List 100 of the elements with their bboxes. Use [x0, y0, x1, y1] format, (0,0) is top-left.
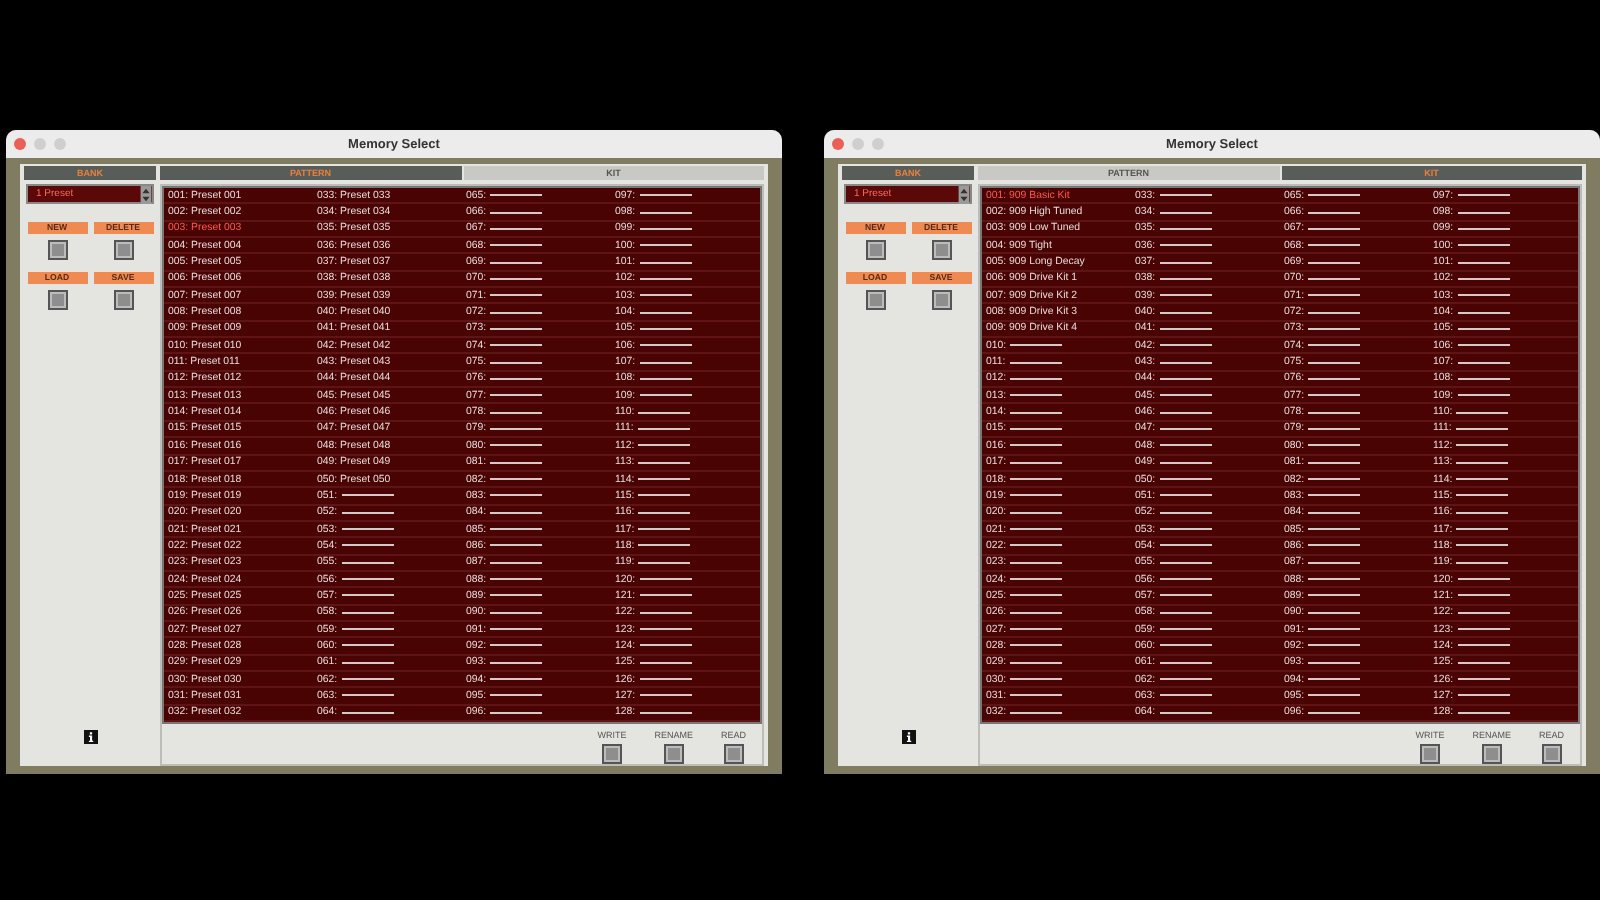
empty-slot-line — [1457, 711, 1510, 714]
info-icon[interactable] — [901, 728, 915, 746]
empty-slot-line — [1457, 694, 1510, 697]
empty-slot-line — [1159, 544, 1212, 547]
square-button[interactable] — [723, 744, 744, 764]
empty-slot-line — [639, 227, 692, 230]
empty-slot-line — [1159, 394, 1212, 397]
empty-slot-line — [1010, 711, 1063, 714]
empty-slot-line — [490, 277, 543, 280]
empty-slot-line — [638, 544, 691, 547]
empty-slot-line — [1308, 678, 1361, 681]
square-button[interactable] — [865, 290, 885, 310]
close-button[interactable] — [832, 138, 844, 150]
square-button[interactable] — [931, 290, 951, 310]
empty-slot-line — [639, 294, 692, 297]
square-button[interactable] — [47, 240, 67, 260]
close-button[interactable] — [14, 138, 26, 150]
empty-slot-line — [1010, 628, 1063, 631]
empty-slot-line — [1308, 411, 1361, 414]
empty-slot-line — [490, 444, 543, 447]
square-button[interactable] — [47, 290, 67, 310]
empty-slot-line — [1159, 261, 1212, 264]
empty-slot-line — [1457, 644, 1510, 647]
square-button[interactable] — [113, 240, 133, 260]
empty-slot-line — [1457, 194, 1510, 197]
square-button[interactable] — [931, 240, 951, 260]
empty-slot-line — [639, 327, 692, 330]
empty-slot-line — [1010, 427, 1063, 430]
empty-slot-line — [341, 544, 394, 547]
empty-slot-line — [1010, 444, 1063, 447]
empty-slot-line — [341, 678, 394, 681]
empty-slot-line — [639, 211, 692, 214]
empty-slot-line — [490, 494, 543, 497]
empty-slot-line — [490, 294, 543, 297]
empty-slot-line — [1159, 361, 1212, 364]
empty-slot-line — [1308, 311, 1361, 314]
empty-slot-line — [1457, 361, 1510, 364]
empty-slot-line — [341, 694, 394, 697]
empty-slot-line — [1457, 294, 1510, 297]
empty-slot-line — [1308, 578, 1361, 581]
square-button[interactable] — [601, 744, 622, 764]
square-button[interactable] — [1481, 744, 1502, 764]
empty-slot-line — [1159, 227, 1212, 230]
empty-slot-line — [1010, 461, 1063, 464]
empty-slot-line — [490, 361, 543, 364]
empty-slot-line — [1010, 344, 1063, 347]
empty-slot-line — [1308, 611, 1361, 614]
square-button[interactable] — [865, 240, 885, 260]
empty-slot-line — [638, 494, 691, 497]
empty-slot-line — [1308, 661, 1361, 664]
empty-slot-line — [1308, 327, 1361, 330]
empty-slot-line — [639, 244, 692, 247]
square-button[interactable] — [113, 290, 133, 310]
empty-slot-line — [1159, 661, 1212, 664]
empty-slot-line — [1159, 611, 1212, 614]
square-button[interactable] — [1541, 744, 1562, 764]
empty-slot-line — [1159, 678, 1212, 681]
empty-slot-line — [1308, 361, 1361, 364]
empty-slot-line — [1010, 678, 1063, 681]
empty-slot-line — [1010, 394, 1063, 397]
empty-slot-line — [490, 694, 543, 697]
empty-slot-line — [1308, 511, 1361, 514]
empty-slot-line — [1159, 478, 1212, 481]
empty-slot-line — [639, 394, 692, 397]
square-button[interactable] — [1419, 744, 1440, 764]
empty-slot-line — [639, 711, 692, 714]
info-icon[interactable] — [83, 728, 97, 746]
spinner-icon[interactable] — [140, 185, 152, 203]
empty-slot-line — [341, 644, 394, 647]
empty-slot-line — [1456, 511, 1509, 514]
empty-slot-line — [490, 661, 543, 664]
empty-slot-line — [639, 578, 692, 581]
empty-slot-line — [1308, 461, 1361, 464]
square-button[interactable] — [663, 744, 684, 764]
empty-slot-line — [1308, 261, 1361, 264]
empty-slot-line — [490, 377, 543, 380]
empty-slot-line — [490, 478, 543, 481]
empty-slot-line — [1308, 561, 1361, 564]
empty-slot-line — [1308, 544, 1361, 547]
empty-slot-line — [490, 678, 543, 681]
empty-slot-line — [638, 511, 691, 514]
empty-slot-line — [1308, 594, 1361, 597]
empty-slot-line — [1159, 344, 1212, 347]
empty-slot-line — [1308, 227, 1361, 230]
empty-slot-line — [1159, 277, 1212, 280]
empty-slot-line — [1308, 628, 1361, 631]
empty-slot-line — [639, 311, 692, 314]
empty-slot-line — [1455, 427, 1508, 430]
empty-slot-line — [1456, 494, 1509, 497]
empty-slot-line — [1456, 461, 1509, 464]
empty-slot-line — [1159, 244, 1212, 247]
empty-slot-line — [490, 461, 543, 464]
empty-slot-line — [490, 561, 543, 564]
empty-slot-line — [1010, 661, 1063, 664]
spinner-icon[interactable] — [958, 185, 970, 203]
empty-slot-line — [1308, 644, 1361, 647]
empty-slot-line — [1456, 444, 1509, 447]
empty-slot-line — [490, 194, 543, 197]
empty-slot-line — [1457, 394, 1510, 397]
empty-slot-line — [638, 444, 691, 447]
